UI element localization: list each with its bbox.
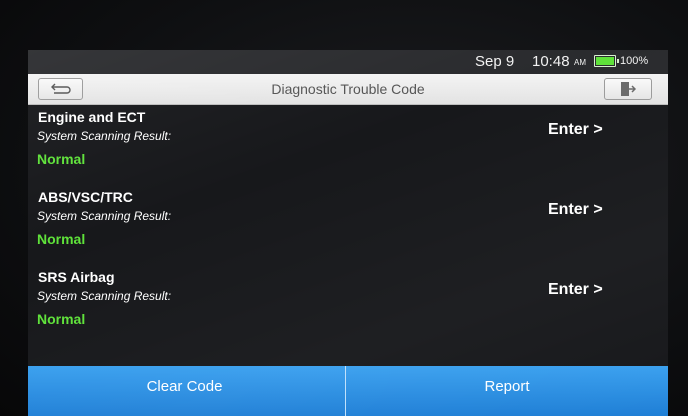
system-name: SRS Airbag [38,269,115,285]
system-item-abs: ABS/VSC/TRC System Scanning Result: Norm… [28,185,668,265]
battery-percent: 100% [620,55,649,67]
clear-code-label: Clear Code [146,378,223,395]
status-date: Sep 9 [475,53,515,70]
device-bezel: Sep 9 10:48 AM 100% Diagnostic Trouble C… [0,0,688,416]
back-button[interactable] [38,78,83,100]
system-item-srs: SRS Airbag System Scanning Result: Norma… [28,265,668,345]
system-subtitle: System Scanning Result: [37,289,172,303]
system-result: Normal [37,151,86,167]
bottom-action-bar: Clear Code Report [28,366,668,416]
title-bar: Diagnostic Trouble Code [28,74,668,105]
report-button[interactable]: Report [346,366,668,416]
battery-tip [617,59,619,63]
status-time: 10:48 [532,53,570,70]
enter-button[interactable]: Enter > [548,121,603,139]
enter-button[interactable]: Enter > [548,281,603,299]
clear-code-button[interactable]: Clear Code [28,366,346,416]
back-arrow-icon [50,83,71,94]
device-screen: Sep 9 10:48 AM 100% Diagnostic Trouble C… [28,50,668,416]
battery-icon [594,55,619,67]
system-result: Normal [37,231,86,247]
exit-icon [621,82,637,96]
system-name: Engine and ECT [38,109,146,125]
status-bar: Sep 9 10:48 AM 100% [28,50,668,74]
system-subtitle: System Scanning Result: [37,209,172,223]
system-item-engine: Engine and ECT System Scanning Result: N… [28,105,668,185]
system-name: ABS/VSC/TRC [38,189,133,205]
system-result: Normal [37,311,86,327]
page-title: Diagnostic Trouble Code [271,81,425,97]
system-subtitle: System Scanning Result: [37,129,172,143]
enter-button[interactable]: Enter > [548,201,603,219]
report-label: Report [484,378,530,395]
status-ampm: AM [574,58,586,67]
exit-button[interactable] [604,78,652,100]
battery-level [596,57,614,65]
